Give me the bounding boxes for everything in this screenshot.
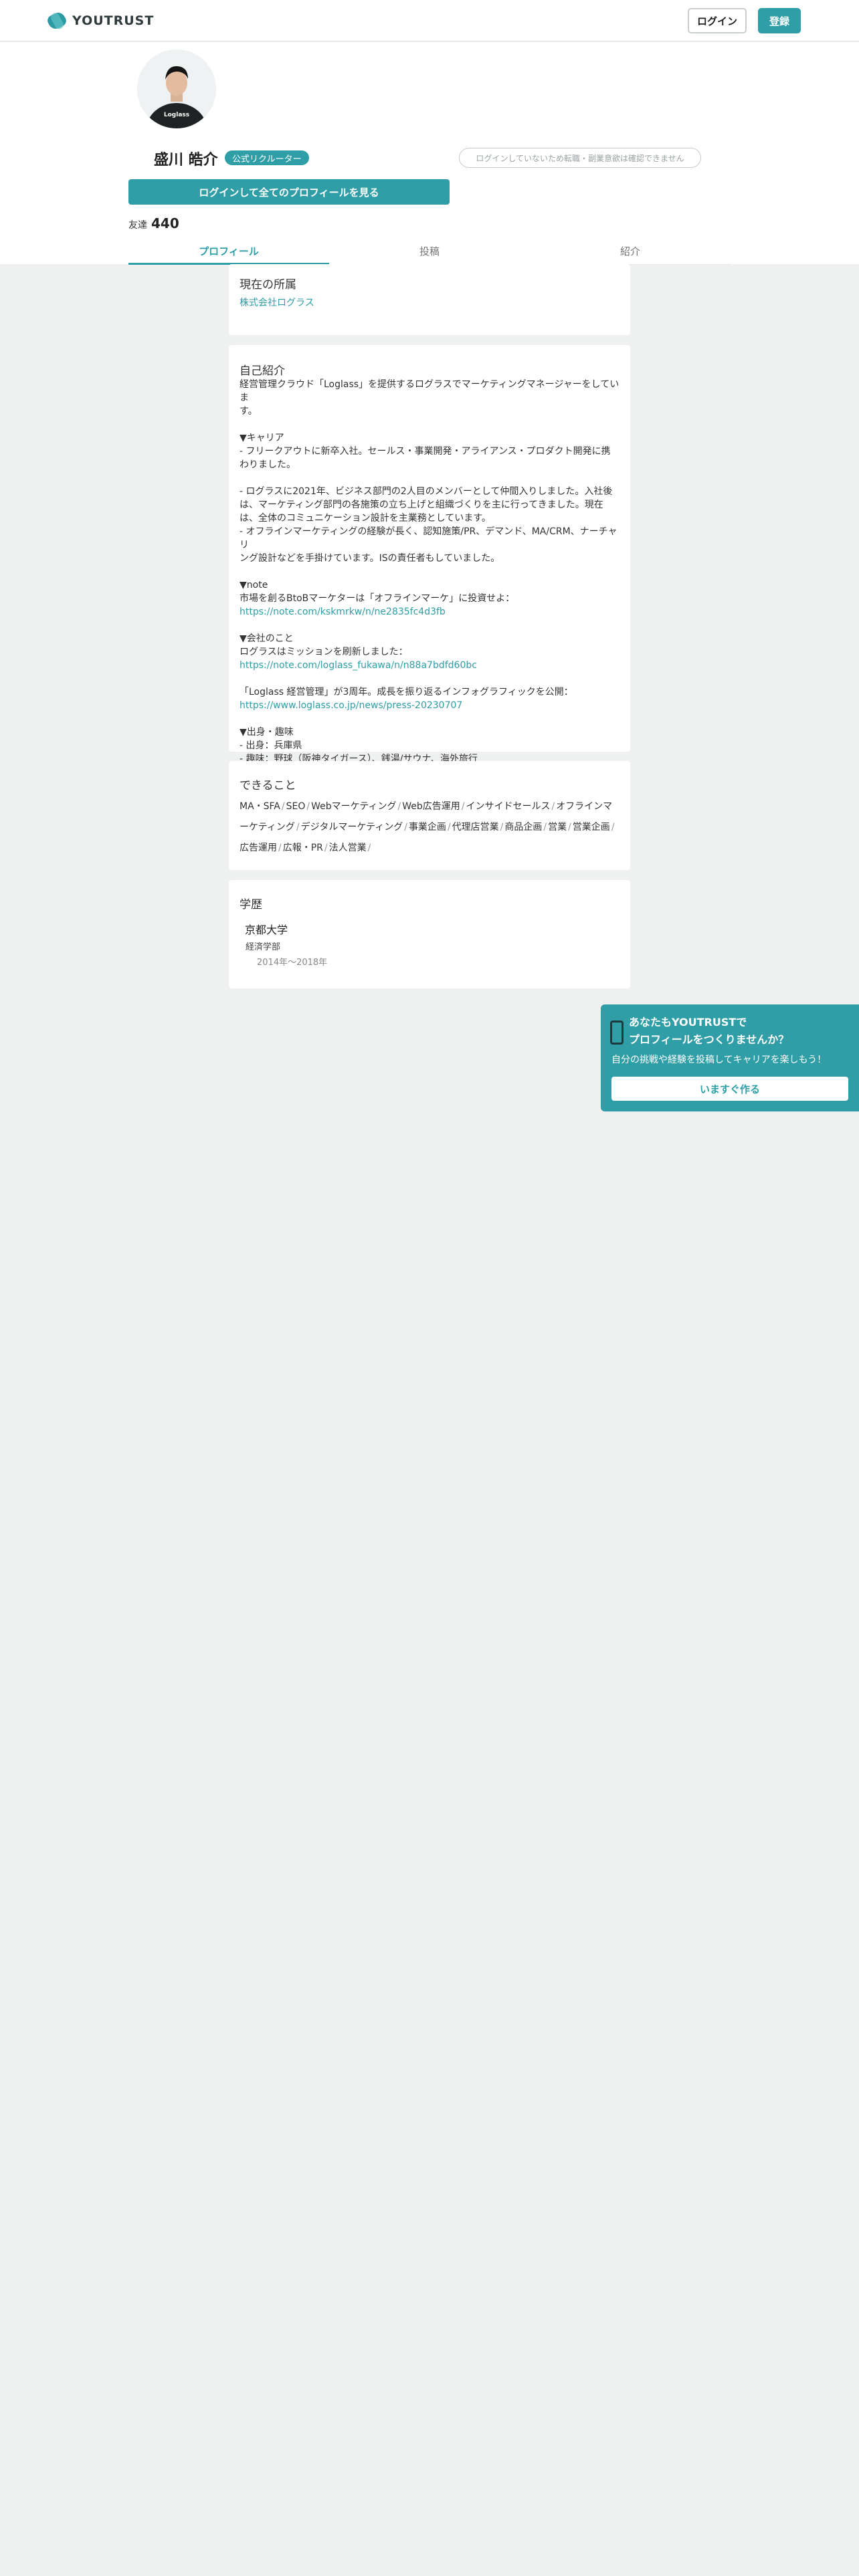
skill-separator: / [404, 822, 407, 833]
top-header: YOUTRUST ログイン 登録 [0, 0, 859, 41]
skill-item: インサイドセールス [466, 801, 551, 812]
skill-item: MA・SFA [240, 801, 280, 812]
intro-link[interactable]: https://www.loglass.co.jp/news/press-202… [240, 699, 619, 712]
skill-item: 事業企画 [408, 822, 446, 833]
intro-line: - フリークアウトに新卒入社。セールス・事業開発・アライアンス・プロダクト開発に… [240, 446, 611, 457]
intro-link[interactable]: https://note.com/loglass_fukawa/n/n88a7b… [240, 659, 619, 672]
intro-line [240, 565, 619, 578]
skill-separator: / [447, 822, 451, 833]
create-profile-button[interactable]: いますぐ作る [611, 1077, 848, 1101]
banner-title: あなたもYOUTRUSTで プロフィールをつくりませんか？ [629, 1014, 789, 1049]
logo-text: YOUTRUST [72, 13, 155, 28]
tab-posts[interactable]: 投稿 [329, 238, 530, 264]
intro-line: 経営管理クラウド「Loglass」を提供するログラスでマーケティングマネージャー… [240, 379, 619, 403]
login-view-full-profile-button[interactable]: ログインして全てのプロフィールを見る [128, 179, 450, 205]
skill-separator: / [543, 822, 547, 833]
skill-separator: / [500, 822, 504, 833]
intro-card: 自己紹介 経営管理クラウド「Loglass」を提供するログラスでマーケティングマ… [229, 345, 630, 764]
tab-referrals[interactable]: 紹介 [530, 238, 731, 264]
skill-item: Web広告運用 [402, 801, 460, 812]
company-link[interactable]: 株式会社ログラス [240, 296, 619, 309]
skills-card: できること MA・SFA / SEO / Webマーケティング / Web広告運用 / インサイ… [229, 761, 630, 870]
intro-line: ▼note [240, 580, 268, 591]
skills-list: MA・SFA / SEO / Webマーケティング / Web広告運用 / インサイドセールス /… [240, 796, 619, 859]
skill-item: 営業企画 [572, 822, 610, 833]
school-department: 経済学部 [246, 942, 281, 952]
school-name: 京都大学 [245, 924, 288, 936]
career-intent-notice: ログインしていないため転職・副業意欲は確認できません [459, 148, 701, 168]
skill-separator: / [568, 822, 571, 833]
intro-line [240, 712, 619, 726]
intro-line: - 出身：兵庫県 [240, 740, 302, 751]
skill-separator: / [281, 801, 285, 812]
school-period: 2014年〜2018年 [257, 958, 328, 968]
intro-line [240, 672, 619, 685]
skill-separator: / [324, 843, 328, 853]
skill-item: 法人営業 [328, 843, 367, 853]
youtrust-logo[interactable]: YOUTRUST [45, 9, 155, 32]
affiliation-title: 現在の所属 [240, 278, 296, 292]
profile-tabs: プロフィール 投稿 紹介 [128, 238, 731, 265]
skill-separator: / [611, 822, 615, 833]
intro-line: - ログラスに2021年、ビジネス部門の2人目のメンバーとして仲間入りしました。… [240, 486, 613, 497]
intro-line: 市場を創るBtoBマーケターは「オフラインマーケ」に投資せよ： [240, 593, 515, 604]
smartphone-icon [610, 1021, 624, 1045]
intro-line [240, 471, 619, 485]
skill-separator: / [306, 801, 310, 812]
skills-title: できること [240, 779, 296, 792]
intro-line: わりました。 [240, 459, 296, 470]
intro-line [240, 418, 619, 431]
intro-line: ログラスはミッションを刷新しました： [240, 647, 408, 657]
intro-link[interactable]: https://note.com/kskmrkw/n/ne2835fc4d3fb [240, 605, 619, 619]
avatar: Loglass [137, 49, 216, 128]
avatar-shirt-text: Loglass [164, 112, 189, 118]
skill-separator: / [551, 801, 555, 812]
skill-item: Webマーケティング [311, 801, 397, 812]
intro-line: - オフラインマーケティングの経験が長く、認知施策/PR、デマンド、MA/CRM… [240, 526, 617, 550]
affiliation-card: 現在の所属 株式会社ログラス [229, 264, 630, 335]
intro-line: ▼会社のこと [240, 633, 294, 644]
intro-line [240, 619, 619, 632]
skill-item: 広報・PR [282, 843, 323, 853]
intro-line: ▼出身・趣味 [240, 727, 294, 738]
profile-header: Loglass 盛川 皓介 公式リクルーター ログインしていないため転職・副業意… [0, 42, 859, 265]
skill-item: 営業 [548, 822, 567, 833]
skill-separator: / [278, 843, 282, 853]
banner-title-line1: あなたもYOUTRUSTで [629, 1016, 747, 1029]
intro-line: は、マーケティング部門の各施策の立ち上げと組織づくりを主に行ってきました。現在 [240, 500, 603, 510]
intro-line: は、全体のコミュニケーション設計を主業務としています。 [240, 513, 491, 524]
friends-count[interactable]: 友達 440 [128, 215, 179, 231]
education-card: 学歴 京都大学 経済学部 2014年〜2018年 [229, 880, 630, 988]
intro-line: ▼キャリア [240, 433, 284, 443]
skill-separator: / [367, 843, 371, 853]
skill-item: 商品企画 [504, 822, 543, 833]
education-title: 学歴 [240, 898, 262, 911]
skill-item: SEO [286, 801, 306, 812]
logo-mark-icon [45, 10, 68, 31]
skill-separator: / [461, 801, 465, 812]
intro-line: 「Loglass 経営管理」が3周年。成長を振り返るインフォグラフィックを公開： [240, 687, 573, 697]
intro-line: ング設計などを手掛けています。ISの責任者もしていました。 [240, 553, 500, 564]
skill-item: 広告運用 [240, 843, 277, 853]
intro-line: す。 [240, 406, 258, 417]
profile-name: 盛川 皓介 [154, 152, 218, 169]
tab-profile[interactable]: プロフィール [128, 238, 329, 265]
skill-item: 代理店営業 [452, 822, 499, 833]
banner-title-line2: プロフィールをつくりませんか？ [629, 1033, 789, 1046]
intro-title: 自己紹介 [240, 364, 285, 378]
skill-item: デジタルマーケティング [300, 822, 403, 833]
friends-label: 友達 [128, 220, 147, 231]
signup-banner: あなたもYOUTRUSTで プロフィールをつくりませんか？ 自分の挑戦や経験を投… [601, 1004, 859, 1111]
login-button[interactable]: ログイン [688, 8, 747, 33]
skill-separator: / [296, 822, 300, 833]
register-button[interactable]: 登録 [758, 8, 801, 33]
skill-separator: / [397, 801, 401, 812]
friends-number: 440 [151, 215, 179, 231]
intro-body: 経営管理クラウド「Loglass」を提供するログラスでマーケティングマネージャー… [240, 378, 619, 766]
recruiter-badge: 公式リクルーター [225, 150, 309, 165]
banner-subtitle: 自分の挑戦や経験を投稿してキャリアを楽しもう！ [611, 1055, 827, 1065]
